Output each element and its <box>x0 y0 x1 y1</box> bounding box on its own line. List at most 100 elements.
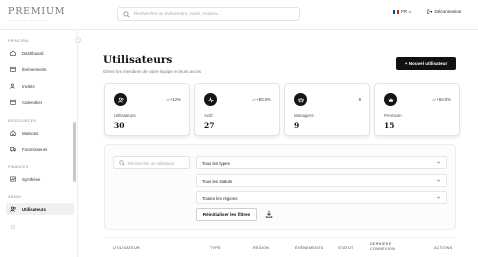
col-header-utilisateur[interactable]: UTILISATEUR <box>113 246 140 250</box>
chevron-down-icon <box>408 11 412 13</box>
page-subtitle: Gérez les membres de votre équipe et leu… <box>103 69 202 74</box>
sidebar-item-label: Dashboard <box>22 50 44 56</box>
region-filter-select[interactable]: Toutes les régions <box>196 191 447 204</box>
sidebar-item-label: Fournisseurs <box>22 146 48 152</box>
stat-card-actif: +90.0% Actif 27 <box>194 83 280 136</box>
global-search-placeholder: Rechercher un événement, invité, maison.… <box>134 11 221 16</box>
reset-filters-button[interactable]: Réinitialiser les filtres <box>196 208 257 221</box>
calendar-icon <box>10 99 16 105</box>
sidebar-section-finances: FINANCES <box>8 165 29 169</box>
gear-icon <box>11 225 15 229</box>
type-filter-select[interactable]: Tous les types <box>196 156 447 169</box>
language-code: FR <box>401 9 407 14</box>
sidebar-item-label: Synthèse <box>22 176 41 182</box>
card-icon-circle <box>294 93 307 106</box>
trend-value: +50.0% <box>436 97 451 102</box>
card-icon-circle <box>384 93 397 106</box>
status-filter-select[interactable]: Tous les statuts <box>196 174 447 187</box>
sidebar-scrollbar-thumb[interactable] <box>72 122 76 182</box>
card-label: Actif <box>204 113 213 118</box>
sidebar-item-partial[interactable] <box>6 221 74 233</box>
sidebar-scrollbar[interactable] <box>72 30 76 257</box>
sidebar-item-label: Invités <box>22 83 35 89</box>
status-filter-value: Tous les statuts <box>202 178 233 184</box>
activity-icon <box>208 96 213 103</box>
global-search-input[interactable]: Rechercher un événement, invité, maison.… <box>117 7 300 21</box>
chevron-down-icon <box>436 161 441 164</box>
stat-card-premium: +50.0% Premium 15 <box>374 83 460 136</box>
users-table-header: UTILISATEUR TYPE RÉGION ÉVÉNEMENTS STATU… <box>104 237 456 257</box>
trend-badge: +90.0% <box>252 97 271 102</box>
card-value: 9 <box>294 121 300 130</box>
flag-fr-icon <box>393 9 399 14</box>
new-user-button[interactable]: + Nouvel utilisateur <box>396 57 456 70</box>
calendar-icon <box>10 66 16 72</box>
sidebar-item-maisons[interactable]: Maisons <box>6 127 74 139</box>
sidebar-section-ressources: RESSOURCES <box>8 119 37 123</box>
users-icon <box>10 206 16 212</box>
logout-icon <box>427 9 433 14</box>
sidebar-section-principal: PRINCIPAL <box>8 39 30 43</box>
sidebar-section-admin: ADMIN <box>8 195 22 199</box>
stat-card-managers: 9 Managers 9 <box>284 83 370 136</box>
page-title: Utilisateurs <box>103 54 173 66</box>
card-label: Managers <box>294 113 314 118</box>
col-header-region[interactable]: RÉGION <box>253 246 269 250</box>
search-icon <box>123 11 130 18</box>
chart-icon <box>10 176 16 182</box>
brand-tagline: —— ——— ——— —— <box>8 18 49 22</box>
trend-value: +12% <box>169 97 181 102</box>
trend-value: 9 <box>358 97 361 102</box>
crown-icon <box>297 97 304 102</box>
trend-badge: +12% <box>166 97 181 102</box>
download-icon[interactable] <box>265 210 273 218</box>
logout-button[interactable]: Déconnexion <box>427 9 461 15</box>
card-icon-circle <box>204 93 217 106</box>
trend-badge: 9 <box>359 97 361 102</box>
chevron-down-icon <box>436 179 441 182</box>
type-filter-value: Tous les types <box>202 160 230 166</box>
crown-icon <box>388 97 393 102</box>
sidebar-item-label: Utilisateurs <box>22 206 46 212</box>
chevron-down-icon <box>436 196 441 199</box>
card-value: 30 <box>114 121 125 130</box>
sidebar-item-calendrier[interactable]: Calendrier <box>6 96 74 108</box>
sidebar-item-dashboard[interactable]: Dashboard <box>6 47 74 59</box>
language-selector[interactable]: FR <box>393 9 412 14</box>
sidebar-item-label: Événements <box>22 66 47 72</box>
logout-label: Déconnexion <box>434 9 462 14</box>
col-header-derniere-connexion[interactable]: DERNIÈRE CONNEXION <box>370 242 402 251</box>
search-icon <box>119 160 125 166</box>
user-search-input[interactable]: Rechercher un utilisateur <box>113 156 190 169</box>
trend-badge: +50.0% <box>432 97 451 102</box>
card-value: 27 <box>204 121 215 130</box>
sidebar-item-synthese[interactable]: Synthèse <box>6 173 74 185</box>
users-icon <box>10 83 15 89</box>
home-icon <box>10 50 16 56</box>
region-filter-value: Toutes les régions <box>202 195 238 201</box>
sidebar-item-invites[interactable]: Invités <box>6 80 74 92</box>
brand-logo[interactable]: PREMIUM —— ——— ——— —— <box>8 6 66 23</box>
brand-name: PREMIUM <box>8 6 66 17</box>
trend-value: +90.0% <box>256 97 271 102</box>
card-label: Utilisateurs <box>114 113 136 118</box>
col-header-actions: ACTIONS <box>434 246 453 250</box>
sidebar-item-evenements[interactable]: Événements <box>6 63 74 75</box>
col-header-type[interactable]: TYPE <box>210 246 221 250</box>
sidebar-item-label: Maisons <box>22 130 39 136</box>
card-label: Premium <box>384 113 402 118</box>
sidebar-item-label: Calendrier <box>22 99 43 105</box>
sidebar-item-utilisateurs[interactable]: Utilisateurs <box>6 203 74 215</box>
users-icon <box>117 97 124 103</box>
card-icon-circle <box>114 93 127 106</box>
sidebar-item-fournisseurs[interactable]: Fournisseurs <box>6 143 74 155</box>
sidebar-collapse-button[interactable]: ‹ <box>75 37 81 43</box>
col-header-evenements[interactable]: ÉVÉNEMENTS <box>295 246 323 250</box>
col-header-statut[interactable]: STATUT <box>338 246 354 250</box>
sidebar: PRINCIPAL Dashboard Événements Invités C… <box>0 30 78 257</box>
truck-icon <box>10 147 16 152</box>
top-bar: PREMIUM —— ——— ——— —— Rechercher un évén… <box>0 0 478 30</box>
user-search-placeholder: Rechercher un utilisateur <box>128 161 175 166</box>
card-value: 15 <box>384 121 395 130</box>
house-icon <box>10 130 16 136</box>
